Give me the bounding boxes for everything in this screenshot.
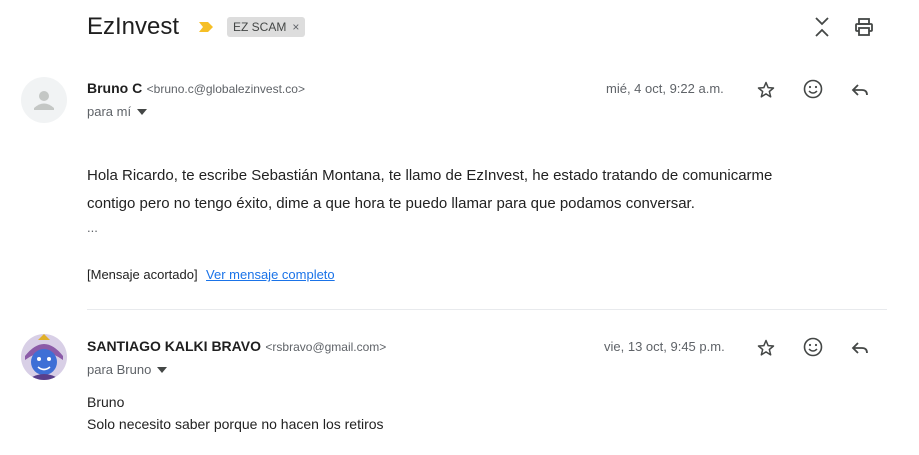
- message-body-line: Solo necesito saber porque no hacen los …: [87, 416, 384, 432]
- remove-label-icon[interactable]: ×: [292, 17, 299, 37]
- print-icon[interactable]: [852, 15, 876, 39]
- star-icon[interactable]: [754, 336, 778, 360]
- recipient-label: para Bruno: [87, 362, 152, 377]
- sender-email: <bruno.c@globalezinvest.co>: [146, 82, 305, 96]
- recipient-label: para mí: [87, 104, 132, 119]
- expand-all-icon[interactable]: [810, 15, 834, 39]
- sender-name[interactable]: Bruno C: [87, 80, 142, 96]
- reply-icon[interactable]: [848, 336, 872, 360]
- subject-title: EzInvest: [87, 13, 180, 40]
- label-chip-text: EZ SCAM: [233, 20, 287, 34]
- recipient-toggle[interactable]: para mí: [87, 104, 148, 119]
- person-icon: [34, 91, 54, 110]
- recipient-toggle[interactable]: para Bruno: [87, 362, 168, 377]
- emoji-reaction-icon[interactable]: [801, 77, 825, 101]
- message-date: vie, 13 oct, 9:45 p.m.: [604, 339, 725, 354]
- sender-name[interactable]: SANTIAGO KALKI BRAVO: [87, 338, 261, 354]
- message-body-line: Hola Ricardo, te escribe Sebastián Monta…: [87, 167, 773, 184]
- message-divider: [87, 309, 887, 310]
- clipped-message-notice: [Mensaje acortado] Ver mensaje completo: [87, 266, 335, 284]
- message-body-line: contigo pero no tengo éxito, dime a que …: [87, 195, 695, 212]
- profile-photo-icon: [21, 334, 67, 380]
- trimmed-content-ellipsis[interactable]: ...: [87, 220, 98, 235]
- chevron-down-icon: [137, 108, 148, 115]
- importance-marker-icon[interactable]: [198, 19, 214, 35]
- emoji-reaction-icon[interactable]: [801, 335, 825, 359]
- sender-email: <rsbravo@gmail.com>: [265, 340, 387, 354]
- sender-line: Bruno C <bruno.c@globalezinvest.co>: [87, 80, 305, 98]
- message-date: mié, 4 oct, 9:22 a.m.: [606, 81, 724, 96]
- clipped-note: [Mensaje acortado]: [87, 267, 198, 282]
- message-body-line: Bruno: [87, 394, 125, 410]
- avatar[interactable]: [21, 77, 67, 123]
- label-chip[interactable]: EZ SCAM ×: [227, 17, 306, 37]
- view-full-message-link[interactable]: Ver mensaje completo: [206, 267, 335, 282]
- reply-icon[interactable]: [848, 78, 872, 102]
- avatar[interactable]: [21, 334, 67, 380]
- star-icon[interactable]: [754, 78, 778, 102]
- chevron-down-icon: [157, 366, 168, 373]
- sender-line: SANTIAGO KALKI BRAVO <rsbravo@gmail.com>: [87, 338, 386, 356]
